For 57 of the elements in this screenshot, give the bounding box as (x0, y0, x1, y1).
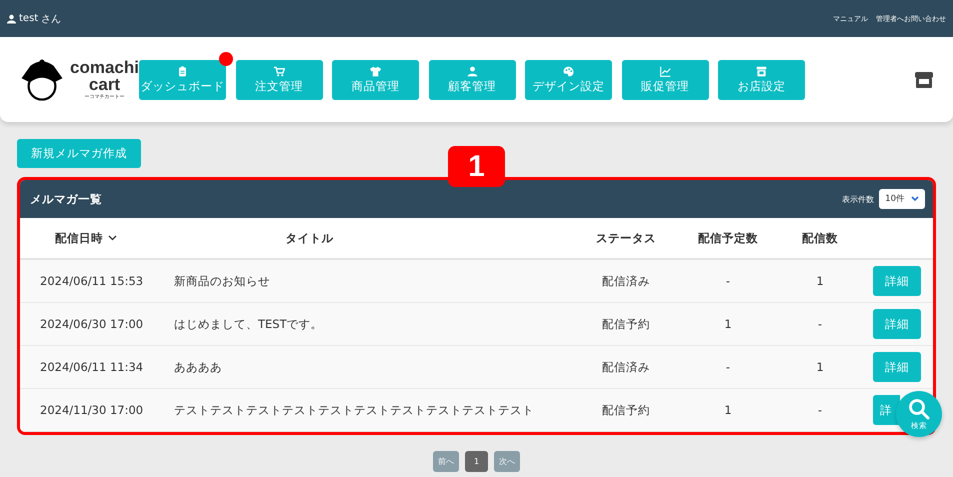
detail-button[interactable]: 詳細 (873, 309, 921, 339)
page-size-label: 表示件数 (842, 194, 874, 204)
table-cell: 2024/06/11 15:53 (40, 274, 144, 288)
table-cell: 配信予約 (602, 402, 650, 416)
nav-button[interactable]: 商品管理 (332, 60, 419, 100)
nav-icon (563, 66, 574, 76)
nav-icon (660, 66, 670, 76)
column-header: 配信数 (802, 230, 838, 246)
table-cell: 1 (816, 274, 824, 288)
panel-title: メルマガ一覧 (30, 192, 102, 206)
nav-icon (274, 66, 284, 76)
table-cell: 1 (724, 403, 732, 417)
table-cell: 2024/06/11 11:34 (40, 360, 144, 374)
nav-button[interactable]: 販促管理 (622, 60, 708, 100)
page-size-select[interactable]: 10件 (879, 189, 925, 209)
user-icon (7, 14, 16, 24)
table-cell: 2024/11/30 17:00 (40, 403, 144, 417)
table-cell: 1 (724, 317, 732, 331)
table-cell: - (726, 274, 730, 288)
nav-icon (370, 66, 381, 76)
nav-button[interactable]: お店設定 (718, 60, 805, 100)
table-cell: 配信済み (602, 274, 650, 288)
search-icon (908, 398, 930, 420)
table-cell: 配信予約 (602, 316, 650, 330)
nav-icon (177, 66, 188, 76)
detail-button[interactable]: 詳細 (873, 352, 921, 382)
table-cell: 新商品のお知らせ (174, 274, 270, 288)
column-header: 配信予定数 (698, 230, 758, 246)
table-cell: 1 (816, 360, 824, 374)
logo-text: comachi (70, 59, 139, 76)
logo-text: cart (88, 76, 120, 93)
new-newsletter-button[interactable]: 新規メルマガ作成 (17, 139, 141, 168)
user-name: test (19, 13, 38, 24)
table-cell: テストテストテストテストテストテストテストテストテストテスト (174, 402, 534, 416)
table-cell: ああああ (174, 360, 222, 374)
nav-button[interactable]: デザイン設定 (525, 60, 612, 100)
detail-button[interactable]: 詳 (873, 395, 900, 425)
table-cell: - (818, 403, 822, 417)
column-header[interactable]: 配信日時 (55, 230, 103, 246)
honorific: さん (41, 12, 62, 26)
table-cell: 2024/06/30 17:00 (40, 317, 144, 331)
table-cell: - (726, 360, 730, 374)
column-header: ステータス (596, 230, 656, 246)
table-cell: はじめまして、TESTです。 (174, 316, 323, 330)
nav-icon (466, 66, 478, 76)
nav-button[interactable]: ダッシュボード (139, 60, 226, 100)
pagination-button[interactable]: 1 (465, 451, 488, 472)
column-header: タイトル (286, 230, 334, 246)
shop-icon[interactable] (915, 72, 933, 88)
detail-button[interactable]: 詳細 (873, 266, 921, 296)
callout-number: 1 (448, 146, 505, 187)
chevron-icon (911, 196, 919, 202)
table-cell: - (818, 317, 822, 331)
nav-icon (756, 66, 767, 76)
nav-button[interactable]: 注文管理 (236, 60, 322, 100)
nav-button[interactable]: 顧客管理 (428, 60, 516, 100)
table-cell: 配信済み (602, 360, 650, 374)
